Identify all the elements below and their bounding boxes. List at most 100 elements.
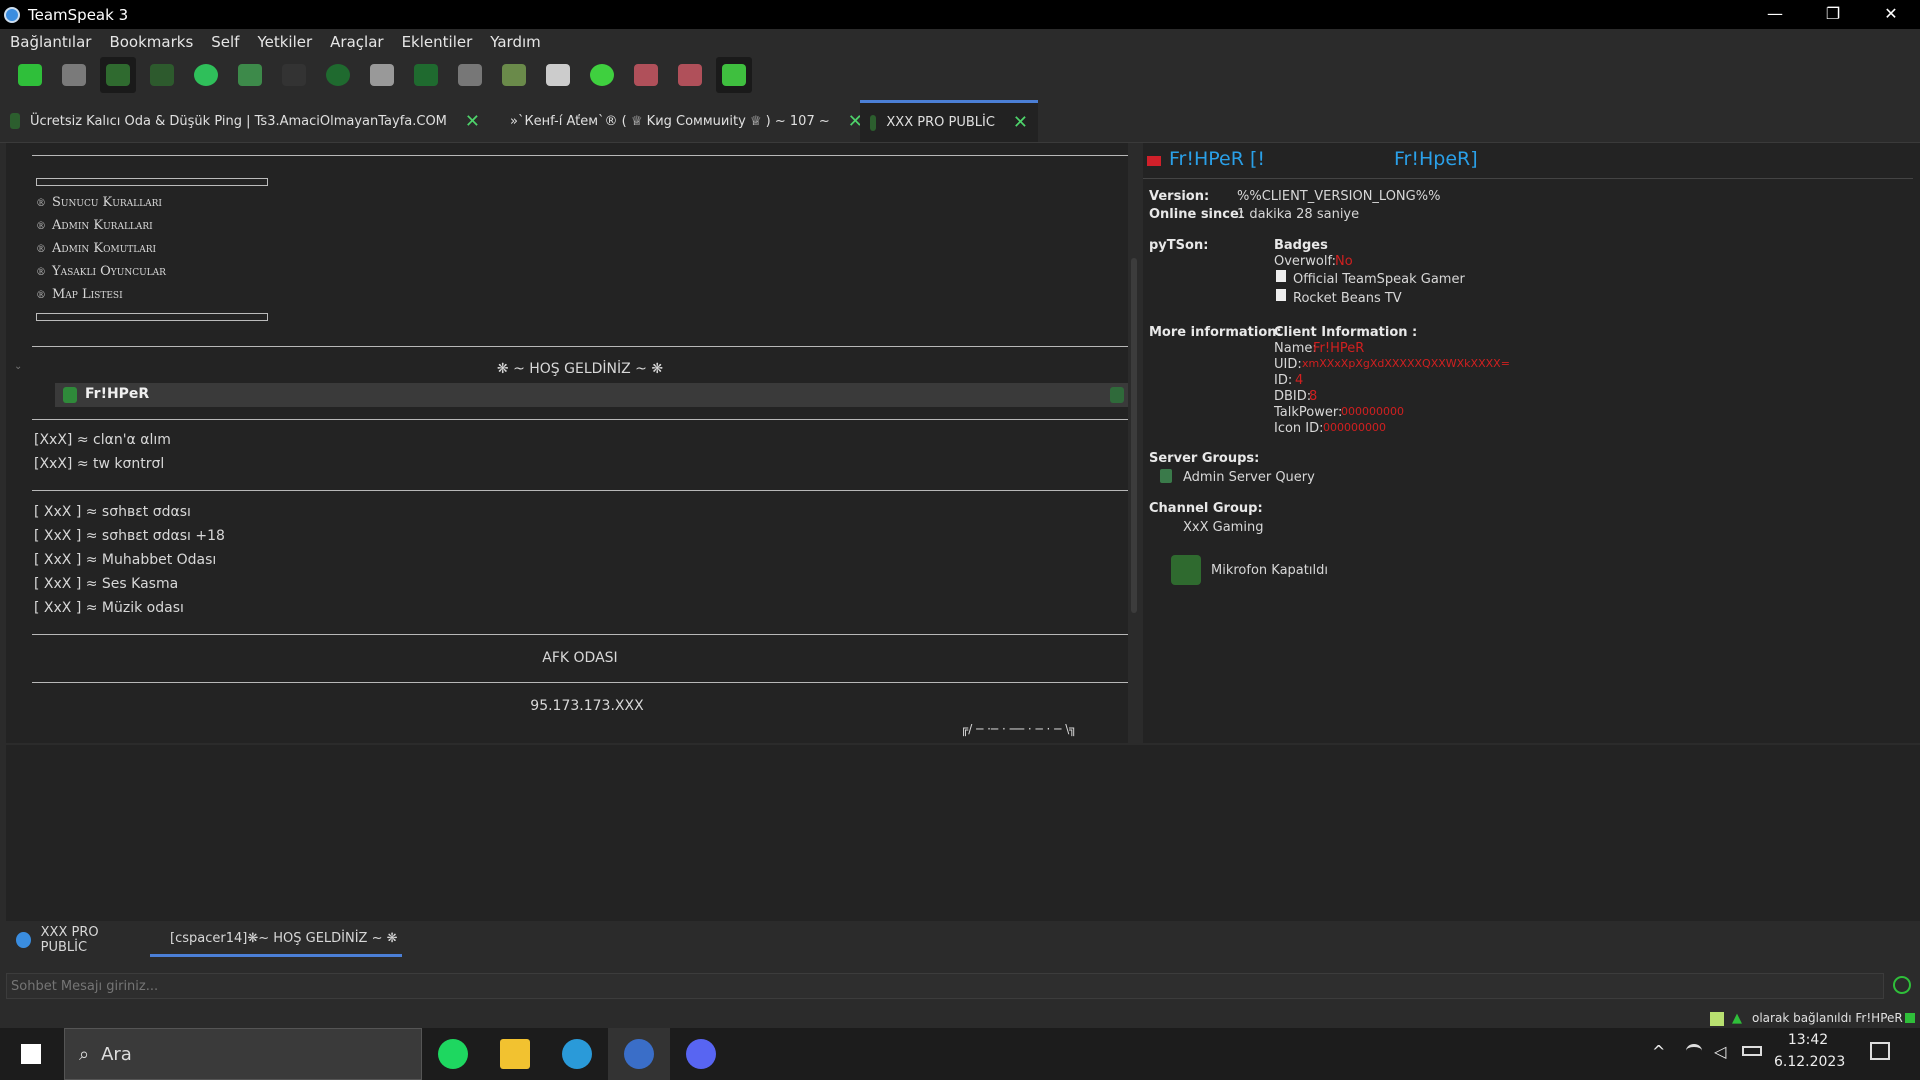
- chat-area: XXX PRO PUBLİC [cspacer14]❋~ HOŞ GELDİNİ…: [6, 745, 1920, 999]
- channel-group-value: XxX Gaming: [1183, 520, 1264, 535]
- pytson-label: pyTSon:: [1149, 238, 1209, 253]
- server-button[interactable]: [672, 57, 708, 93]
- microphone-icon: [150, 64, 174, 86]
- channel-tree: Sunucu Kuralları Admin Kuralları Admin K…: [6, 143, 1128, 743]
- taskbar-search[interactable]: ⌕ Ara: [64, 1028, 422, 1080]
- channel-admin-commands[interactable]: Admin Komutları: [36, 241, 166, 256]
- tab-label: Ücretsiz Kalıcı Oda & Düşük Ping | Ts3.A…: [30, 113, 447, 129]
- minimize-button[interactable]: —: [1746, 0, 1804, 29]
- square-button[interactable]: [364, 57, 400, 93]
- collapse-arrow-icon[interactable]: ⌄: [14, 361, 22, 372]
- search-icon: ⌕: [79, 1043, 90, 1065]
- menu-plugins[interactable]: Eklentiler: [402, 33, 473, 51]
- menu-self[interactable]: Self: [211, 33, 239, 51]
- mute-microphone-button[interactable]: [144, 57, 180, 93]
- away-button[interactable]: [100, 57, 136, 93]
- user-muted-icon: [63, 387, 77, 403]
- menu-permissions[interactable]: Yetkiler: [257, 33, 312, 51]
- chat-input[interactable]: [6, 973, 1884, 999]
- channel-map-list[interactable]: Map Listesi: [36, 287, 166, 302]
- channel-tw-control[interactable]: [XxX] ≈ tw kσntrσl: [34, 456, 164, 472]
- channel-conversation-room[interactable]: [ XxX ] ≈ Muhabbet Odası: [34, 552, 216, 568]
- name-value: Fr!HPeR: [1313, 341, 1365, 356]
- settings-button[interactable]: [584, 57, 620, 93]
- client-info-panel: Fr!HPeR [! Fr!HpeR] Version: %%CLIENT_VE…: [1143, 143, 1920, 743]
- tab-label: »`Кенf-í Aťeм`® ( ♕ Kиg Cоммuиity ♕ ) ~ …: [510, 113, 830, 129]
- badges-label: Badges: [1274, 238, 1328, 253]
- id-value: 4: [1295, 373, 1304, 388]
- permissions-icon: [722, 64, 746, 86]
- teamspeak-app[interactable]: [608, 1028, 670, 1080]
- permissions-button[interactable]: [716, 57, 752, 93]
- kick-button[interactable]: [452, 57, 488, 93]
- windows-icon: [21, 1044, 41, 1064]
- channel-voice-lag[interactable]: [ XxX ] ≈ Ses Kasma: [34, 576, 178, 592]
- menu-help[interactable]: Yardım: [490, 33, 541, 51]
- channel-welcome[interactable]: ❋ ~ HOŞ GELDİNİZ ~ ❋: [32, 361, 1128, 377]
- taskbar-time[interactable]: 13:42: [1778, 1032, 1838, 1048]
- folder-icon: [500, 1039, 530, 1069]
- turkey-flag-icon: [1147, 156, 1161, 166]
- chat-tab-server[interactable]: XXX PRO PUBLİC: [6, 923, 150, 957]
- file-explorer-app[interactable]: [484, 1028, 546, 1080]
- connect-icon: [18, 64, 42, 86]
- divider: [1143, 178, 1913, 179]
- emoji-icon[interactable]: [1893, 976, 1911, 994]
- menu-tools[interactable]: Araçlar: [330, 33, 383, 51]
- close-tab-icon[interactable]: ✕: [1013, 112, 1028, 133]
- server-query-icon: [1160, 469, 1172, 483]
- tab-server-3[interactable]: XXX PRO PUBLİC ✕: [860, 100, 1038, 142]
- channel-rules-server[interactable]: Sunucu Kuralları: [36, 195, 166, 210]
- start-button[interactable]: [0, 1028, 62, 1080]
- tray-chevron-icon[interactable]: ^: [1652, 1042, 1665, 1061]
- channel-rules-admin[interactable]: Admin Kuralları: [36, 218, 166, 233]
- teamspeak-icon: [624, 1039, 654, 1069]
- maximize-button[interactable]: ❐: [1804, 0, 1862, 29]
- notifications-icon[interactable]: [1870, 1042, 1890, 1060]
- rules-box-bottom: [36, 313, 268, 321]
- channel-button[interactable]: [628, 57, 664, 93]
- spotify-app[interactable]: [422, 1028, 484, 1080]
- tab-server-2[interactable]: »`Кенf-í Aťeм`® ( ♕ Kиg Cоммuиity ♕ ) ~ …: [490, 100, 863, 142]
- overwolf-label: Overwolf:: [1274, 254, 1336, 269]
- icon-id-value: 000000000: [1323, 421, 1386, 434]
- badge-icon: [1276, 289, 1286, 301]
- channel-spacer[interactable]: ╔/ ─ ·─ · ── · ─ · ─ \╗: [961, 722, 1076, 736]
- menu-connections[interactable]: Bağlantılar: [10, 33, 91, 51]
- ban-button[interactable]: [496, 57, 532, 93]
- channel-music-room[interactable]: [ XxX ] ≈ Müzik odası: [34, 600, 184, 616]
- client-button[interactable]: [232, 57, 268, 93]
- channel-afk[interactable]: AFK ODASI: [32, 650, 1128, 666]
- channel-chat-room[interactable]: [ XxX ] ≈ sσhвεt σdαsı: [34, 504, 191, 520]
- disconnect-button[interactable]: [56, 57, 92, 93]
- toolbar: [0, 55, 1920, 95]
- volume-icon[interactable]: ◁: [1714, 1042, 1726, 1061]
- whisper-button[interactable]: [276, 57, 312, 93]
- record-button[interactable]: [320, 57, 356, 93]
- channel-tree-scrollbar[interactable]: [1131, 258, 1137, 613]
- battery-icon[interactable]: [1742, 1046, 1762, 1056]
- discord-app[interactable]: [670, 1028, 732, 1080]
- talk-button[interactable]: [408, 57, 444, 93]
- search-placeholder: Ara: [101, 1043, 132, 1065]
- overwolf-value: No: [1335, 254, 1353, 269]
- connect-button[interactable]: [12, 57, 48, 93]
- wifi-icon: [1905, 1013, 1915, 1023]
- menu-bookmarks[interactable]: Bookmarks: [109, 33, 193, 51]
- tab-server-1[interactable]: Ücretsiz Kalıcı Oda & Düşük Ping | Ts3.A…: [0, 100, 490, 142]
- add-user-button[interactable]: [540, 57, 576, 93]
- edge-app[interactable]: [546, 1028, 608, 1080]
- channel-ip[interactable]: 95.173.173.XXX: [32, 698, 1128, 714]
- chat-button[interactable]: [188, 57, 224, 93]
- user-row[interactable]: Fr!HPeR: [55, 383, 1128, 407]
- edge-icon: [562, 1039, 592, 1069]
- channel-clan-recruit[interactable]: [XxX] ≈ clαn'α αlım: [34, 432, 171, 448]
- channel-chat-room-18[interactable]: [ XxX ] ≈ sσhвεt σdαsı +18: [34, 528, 225, 544]
- chat-tab-channel[interactable]: [cspacer14]❋~ HOŞ GELDİNİZ ~ ❋: [150, 923, 402, 957]
- channel-banned-players[interactable]: Yasaklı Oyuncular: [36, 264, 166, 279]
- close-window-button[interactable]: ✕: [1862, 0, 1920, 29]
- taskbar-date[interactable]: 6.12.2023: [1774, 1054, 1845, 1070]
- network-icon[interactable]: [1686, 1044, 1702, 1058]
- close-tab-icon[interactable]: ✕: [465, 111, 480, 132]
- server-group-value: Admin Server Query: [1183, 470, 1315, 485]
